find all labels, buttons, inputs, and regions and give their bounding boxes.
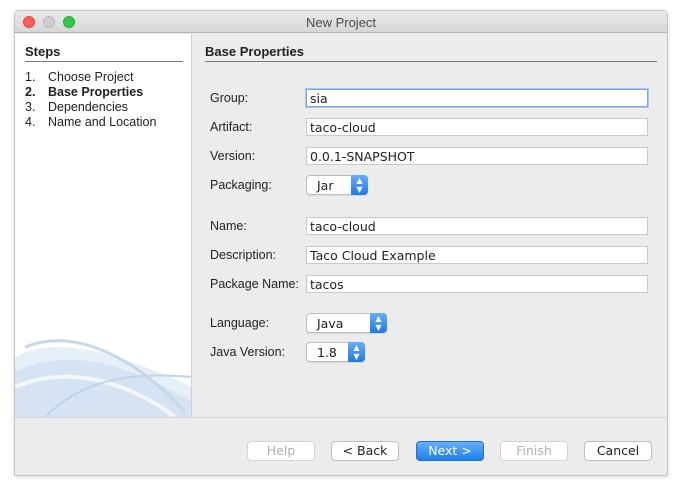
steps-panel: Steps 1. Choose Project 2. Base Properti… xyxy=(15,34,192,417)
package-name-field[interactable]: tacos xyxy=(306,275,648,293)
version-field[interactable]: 0.0.1-SNAPSHOT xyxy=(306,147,648,165)
language-select[interactable]: Java ▲ ▼ xyxy=(306,313,387,333)
step-number: 1. xyxy=(25,70,36,84)
java-version-select[interactable]: 1.8 ▲ ▼ xyxy=(306,342,365,362)
back-button[interactable]: < Back xyxy=(331,441,399,461)
group-field[interactable]: sia xyxy=(306,89,648,107)
title-bar: New Project xyxy=(15,11,667,33)
up-down-chevron-icon: ▲ ▼ xyxy=(351,175,368,195)
step-item-base-properties: 2. Base Properties xyxy=(25,85,156,100)
description-field[interactable]: Taco Cloud Example xyxy=(306,246,648,264)
packaging-select[interactable]: Jar ▲ ▼ xyxy=(306,175,368,195)
name-field[interactable]: taco-cloud xyxy=(306,217,648,235)
base-properties-panel: Base Properties Group: sia Artifact: tac… xyxy=(193,34,667,417)
artifact-label: Artifact: xyxy=(210,120,253,134)
step-number: 2. xyxy=(25,85,36,99)
step-number: 3. xyxy=(25,100,36,114)
step-label: Name and Location xyxy=(48,115,157,129)
next-button[interactable]: Next > xyxy=(416,441,484,461)
section-title: Base Properties xyxy=(205,44,304,59)
new-project-dialog: New Project Steps 1. Choose Project 2. B… xyxy=(14,10,668,476)
packaging-label: Packaging: xyxy=(210,178,272,192)
description-label: Description: xyxy=(210,248,276,262)
java-version-label: Java Version: xyxy=(210,345,286,359)
step-item-dependencies: 3. Dependencies xyxy=(25,100,156,115)
step-item-name-and-location: 4. Name and Location xyxy=(25,115,156,130)
step-number: 4. xyxy=(25,115,36,129)
help-button[interactable]: Help xyxy=(247,441,315,461)
version-label: Version: xyxy=(210,149,256,163)
finish-button[interactable]: Finish xyxy=(500,441,568,461)
packaging-value: Jar xyxy=(317,178,334,193)
java-version-value: 1.8 xyxy=(317,345,337,360)
up-down-chevron-icon: ▲ ▼ xyxy=(370,313,387,333)
artifact-field[interactable]: taco-cloud xyxy=(306,118,648,136)
steps-title: Steps xyxy=(25,44,61,59)
step-label: Choose Project xyxy=(48,70,134,84)
section-divider xyxy=(205,61,657,62)
dialog-footer: Help < Back Next > Finish Cancel xyxy=(15,417,667,475)
decorative-wave-graphic xyxy=(15,339,191,417)
language-label: Language: xyxy=(210,316,270,330)
package-name-label: Package Name: xyxy=(210,277,299,291)
step-label: Dependencies xyxy=(48,100,128,114)
step-list: 1. Choose Project 2. Base Properties 3. … xyxy=(25,70,156,130)
up-down-chevron-icon: ▲ ▼ xyxy=(348,342,365,362)
name-label: Name: xyxy=(210,219,247,233)
window-title: New Project xyxy=(305,15,377,30)
group-label: Group: xyxy=(210,91,249,105)
cancel-button[interactable]: Cancel xyxy=(584,441,652,461)
language-value: Java xyxy=(317,316,344,331)
steps-divider xyxy=(25,61,183,62)
step-item-choose-project: 1. Choose Project xyxy=(25,70,156,85)
step-label: Base Properties xyxy=(48,85,144,99)
